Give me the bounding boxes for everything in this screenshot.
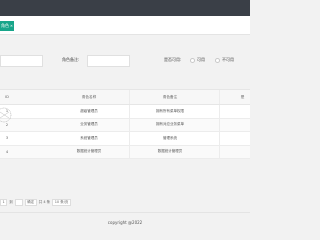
- status-label: 是否可用:: [164, 57, 182, 62]
- radio-unavailable[interactable]: [215, 57, 220, 63]
- cell-id: 3: [5, 136, 9, 141]
- header-available: 是: [240, 94, 245, 99]
- radio-available-label: 可用: [197, 57, 205, 62]
- pagination: 1 到 确定 共 4 条 10 条/页: [0, 195, 250, 209]
- close-icon[interactable]: ✕: [10, 24, 13, 28]
- role-remark-input[interactable]: [87, 55, 130, 67]
- tab-role[interactable]: 角色 ✕: [0, 21, 14, 31]
- remark-label: 角色备注:: [62, 57, 80, 62]
- per-page-select[interactable]: 10 条/页: [52, 198, 71, 206]
- header-role-name: 角色名称: [81, 94, 97, 99]
- cell-role-remark: 拥有对应业务菜单: [156, 122, 184, 127]
- table-row[interactable]: 2 业务管理员 拥有对应业务菜单: [0, 118, 250, 132]
- page-number[interactable]: 1: [0, 198, 8, 206]
- table-row[interactable]: 1 超级管理员 拥有所有菜单权限: [0, 105, 250, 119]
- confirm-button[interactable]: 确定: [24, 198, 37, 206]
- cell-role-name: 业务管理员: [80, 122, 98, 127]
- copyright-text: copyright @2022: [107, 219, 143, 225]
- top-navigation-bar: [0, 0, 250, 16]
- radio-available[interactable]: [190, 57, 195, 63]
- total-count: 共 4 条: [38, 199, 51, 204]
- cell-role-remark: 拥有所有菜单权限: [156, 108, 184, 113]
- cell-role-name: 超级管理员: [80, 108, 98, 113]
- cell-role-remark: 数据统计管理员: [157, 149, 183, 154]
- role-table: ID 角色名称 角色备注 是 1 超级管理员 拥有所有菜单权限 2 业务管理员 …: [0, 89, 250, 159]
- table-header: ID 角色名称 角色备注 是: [0, 89, 250, 105]
- cell-role-remark: 管理系统: [163, 135, 177, 140]
- cell-role-name: 数据统计管理员: [76, 149, 102, 154]
- footer: copyright @2022: [0, 212, 250, 231]
- radio-unavailable-label: 不可用: [222, 57, 234, 62]
- search-form: 角色备注: 是否可用: 可用 不可用: [0, 45, 250, 85]
- table-row[interactable]: 4 数据统计管理员 数据统计管理员: [0, 145, 250, 159]
- role-name-input[interactable]: [0, 55, 43, 67]
- cell-id: 4: [5, 149, 9, 154]
- header-role-remark: 角色备注: [162, 94, 178, 99]
- tab-bar: 角色 ✕: [0, 16, 250, 35]
- watermark-stamp: [0, 107, 12, 123]
- tab-label: 角色: [1, 23, 9, 28]
- table-row[interactable]: 3 系统管理员 管理系统: [0, 132, 250, 146]
- cell-role-name: 系统管理员: [80, 135, 98, 140]
- goto-page-input[interactable]: [14, 198, 23, 206]
- goto-label: 到: [9, 199, 13, 204]
- header-id: ID: [5, 95, 9, 99]
